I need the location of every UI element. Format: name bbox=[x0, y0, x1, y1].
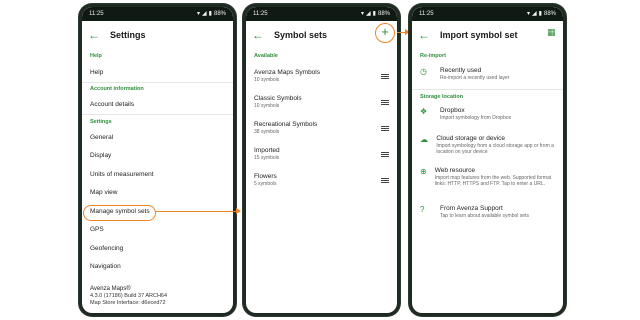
drag-handle-icon[interactable] bbox=[381, 73, 389, 79]
app-bar: ← Settings bbox=[82, 21, 233, 49]
option-title: Web resource bbox=[434, 167, 476, 174]
app-version-info: Avenza Maps® 4.3.0 (17186) Build 37 ARCH… bbox=[90, 286, 167, 307]
section-header-available: Available bbox=[254, 53, 278, 59]
page-title: Symbol sets bbox=[274, 30, 328, 40]
web-resource-option[interactable]: ⊕ Web resource Import map features from … bbox=[412, 163, 563, 201]
back-arrow-icon[interactable]: ← bbox=[418, 29, 434, 41]
option-description: Re-import a recently used layer bbox=[440, 75, 510, 81]
symbol-set-row[interactable]: Flowers 5 symbols bbox=[246, 167, 397, 193]
settings-item-units[interactable]: Units of measurement bbox=[82, 165, 233, 184]
import-screen: 11:25 ▾ ◢ ▮ 88% ← Import symbol set ▦ Re… bbox=[412, 7, 563, 313]
cloud-storage-option[interactable]: ☁ Cloud storage or device Import symbolo… bbox=[412, 131, 563, 163]
symbol-set-name: Recreational Symbols bbox=[254, 121, 318, 128]
symbol-set-name: Classic Symbols bbox=[254, 95, 302, 102]
phone-symbol-sets: 11:25 ▾ ◢ ▮ 88% ← Symbol sets + Availabl… bbox=[243, 4, 400, 316]
symbol-count: 5 symbols bbox=[254, 181, 277, 187]
option-title: Recently used bbox=[440, 67, 482, 74]
store-interface: Map Store Interface: d6eced72 bbox=[90, 300, 166, 306]
globe-icon: ⊕ bbox=[420, 167, 427, 176]
drag-handle-icon[interactable] bbox=[381, 125, 389, 131]
settings-item-display[interactable]: Display bbox=[82, 147, 233, 166]
wifi-icon: ▾ bbox=[197, 11, 201, 17]
help-circle-icon: ? bbox=[420, 205, 425, 214]
signal-icon: ◢ bbox=[532, 11, 537, 17]
battery-level: 88% bbox=[377, 11, 390, 17]
section-header-storage: Storage location bbox=[412, 89, 563, 103]
battery-icon: ▮ bbox=[538, 11, 542, 17]
battery-icon: ▮ bbox=[208, 11, 212, 17]
symbol-set-name: Avenza Maps Symbols bbox=[254, 69, 320, 76]
battery-icon: ▮ bbox=[372, 11, 376, 17]
symbol-count: 38 symbols bbox=[254, 129, 280, 135]
signal-icon: ◢ bbox=[366, 11, 371, 17]
settings-item-gps[interactable]: GPS bbox=[82, 221, 233, 240]
symbol-count: 10 symbols bbox=[254, 77, 280, 83]
flow-arrow-line bbox=[156, 211, 236, 212]
highlight-ring bbox=[83, 205, 156, 221]
symbol-set-name: Imported bbox=[254, 147, 280, 154]
settings-screen: 11:25 ▾ ◢ ▮ 88% ← Settings Help Help Acc… bbox=[82, 7, 233, 313]
app-bar: ← Symbol sets + bbox=[246, 21, 397, 49]
status-time: 11:25 bbox=[89, 11, 104, 17]
app-bar: ← Import symbol set ▦ bbox=[412, 21, 563, 49]
option-description: Import symbology from a cloud storage ap… bbox=[436, 143, 554, 155]
settings-item-map-view[interactable]: Map view bbox=[82, 184, 233, 203]
flow-arrow-line bbox=[397, 32, 405, 33]
status-bar: 11:25 ▾ ◢ ▮ 88% bbox=[246, 7, 397, 21]
symbol-set-row[interactable]: Imported 15 symbols bbox=[246, 141, 397, 167]
drag-handle-icon[interactable] bbox=[381, 151, 389, 157]
symbol-count: 15 symbols bbox=[254, 155, 280, 161]
app-name: Avenza Maps® bbox=[90, 286, 131, 292]
signal-icon: ◢ bbox=[202, 11, 207, 17]
battery-level: 88% bbox=[213, 11, 226, 17]
symbol-set-row[interactable]: Classic Symbols 10 symbols bbox=[246, 89, 397, 115]
option-description: Tap to learn about available symbol sets bbox=[440, 213, 529, 219]
avenza-support-option[interactable]: ? From Avenza Support Tap to learn about… bbox=[412, 201, 563, 229]
settings-item-geofencing[interactable]: Geofencing bbox=[82, 239, 233, 258]
status-time: 11:25 bbox=[253, 11, 268, 17]
symbol-set-name: Flowers bbox=[254, 173, 277, 180]
section-header-reimport: Re-import bbox=[420, 53, 446, 59]
option-title: Dropbox bbox=[440, 107, 465, 114]
symbol-set-row[interactable]: Avenza Maps Symbols 10 symbols bbox=[246, 63, 397, 89]
section-header-help: Help bbox=[90, 53, 102, 59]
option-description: Import symbology from Dropbox bbox=[440, 115, 512, 121]
settings-item-general[interactable]: General bbox=[82, 128, 233, 147]
section-header-account: Account information bbox=[82, 81, 233, 96]
phone-import-symbol-set: 11:25 ▾ ◢ ▮ 88% ← Import symbol set ▦ Re… bbox=[409, 4, 566, 316]
back-arrow-icon[interactable]: ← bbox=[88, 29, 104, 41]
page-title: Settings bbox=[110, 30, 146, 40]
recently-used-option[interactable]: ◷ Recently used Re-import a recently use… bbox=[412, 63, 563, 89]
dropbox-icon: ❖ bbox=[420, 107, 428, 116]
wifi-icon: ▾ bbox=[527, 11, 531, 17]
option-title: From Avenza Support bbox=[440, 205, 503, 212]
page-title: Import symbol set bbox=[440, 30, 518, 40]
settings-item-navigation[interactable]: Navigation bbox=[82, 258, 233, 277]
qr-code-icon[interactable]: ▦ bbox=[547, 27, 557, 37]
settings-item-help[interactable]: Help bbox=[82, 63, 233, 82]
battery-level: 88% bbox=[543, 11, 556, 17]
cloud-icon: ☁ bbox=[420, 135, 428, 144]
section-header-settings: Settings bbox=[82, 114, 233, 128]
wifi-icon: ▾ bbox=[361, 11, 365, 17]
status-time: 11:25 bbox=[419, 11, 434, 17]
symbol-sets-screen: 11:25 ▾ ◢ ▮ 88% ← Symbol sets + Availabl… bbox=[246, 7, 397, 313]
symbol-set-row[interactable]: Recreational Symbols 38 symbols bbox=[246, 115, 397, 141]
drag-handle-icon[interactable] bbox=[381, 177, 389, 183]
app-version: 4.3.0 (17186) Build 37 ARCH64 bbox=[90, 293, 168, 299]
status-bar: 11:25 ▾ ◢ ▮ 88% bbox=[412, 7, 563, 21]
history-icon: ◷ bbox=[420, 67, 427, 76]
dropbox-option[interactable]: ❖ Dropbox Import symbology from Dropbox bbox=[412, 103, 563, 131]
back-arrow-icon[interactable]: ← bbox=[252, 29, 268, 41]
symbol-count: 10 symbols bbox=[254, 103, 280, 109]
flow-arrow-head bbox=[236, 208, 241, 214]
phone-settings: 11:25 ▾ ◢ ▮ 88% ← Settings Help Help Acc… bbox=[79, 4, 236, 316]
add-icon[interactable]: + bbox=[375, 23, 395, 43]
status-bar: 11:25 ▾ ◢ ▮ 88% bbox=[82, 7, 233, 21]
option-description: Import map features from the web. Suppor… bbox=[434, 175, 552, 187]
drag-handle-icon[interactable] bbox=[381, 99, 389, 105]
option-title: Cloud storage or device bbox=[436, 135, 506, 142]
settings-item-account-details[interactable]: Account details bbox=[82, 96, 233, 115]
